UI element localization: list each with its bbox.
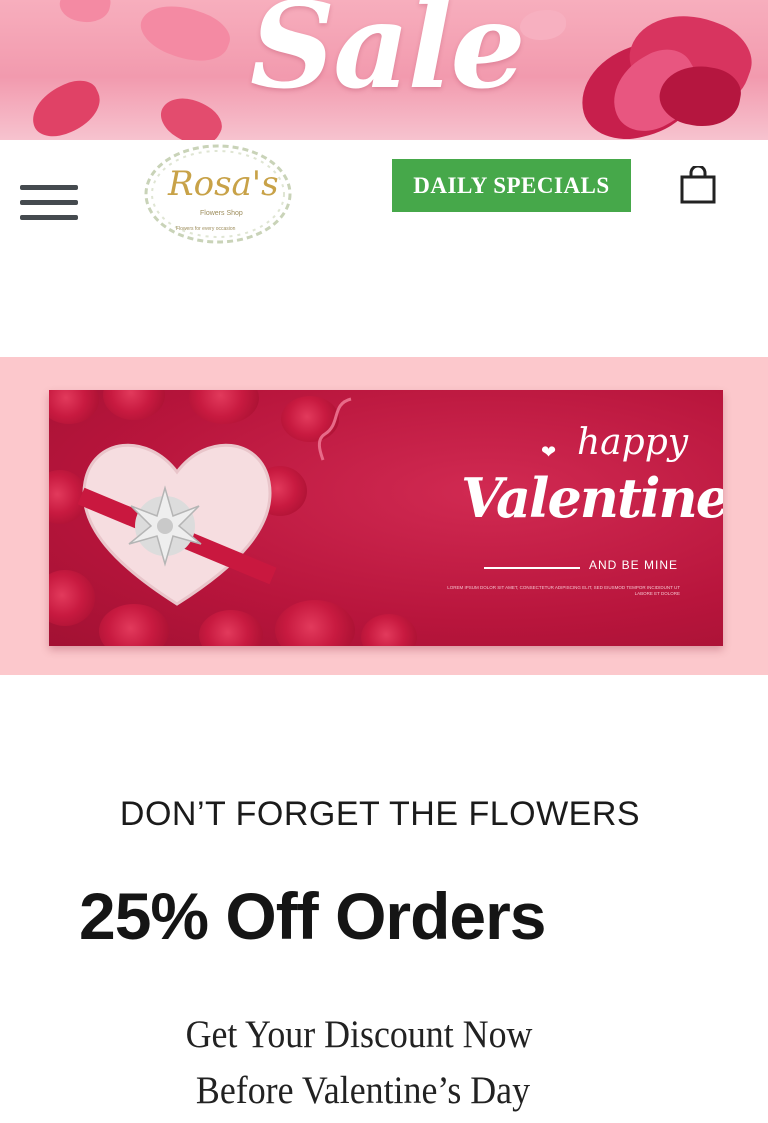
petal-decoration bbox=[57, 0, 113, 27]
rose-decoration bbox=[189, 390, 259, 424]
rose-decoration bbox=[361, 614, 417, 646]
be-mine-text: AND BE MINE bbox=[588, 558, 678, 572]
happy-text: happy bbox=[577, 422, 689, 463]
logo-subtitle: Flowers Shop bbox=[200, 210, 243, 217]
site-header: Rosa's Flowers Shop Flowers for every oc… bbox=[0, 140, 768, 250]
rose-decoration bbox=[275, 600, 355, 646]
rose-image bbox=[570, 0, 762, 140]
divider-line bbox=[484, 567, 580, 569]
cart-icon[interactable] bbox=[680, 166, 716, 204]
promo-offer: 25% Off Orders bbox=[79, 879, 546, 953]
promo-line-1: Get Your Discount Now bbox=[185, 1013, 533, 1056]
heart-icon: ❤ bbox=[541, 442, 557, 462]
menu-icon[interactable] bbox=[20, 185, 78, 225]
petal-decoration bbox=[23, 72, 109, 140]
petal-decoration bbox=[153, 87, 229, 140]
promo-line-2: Before Valentine’s Day bbox=[195, 1069, 531, 1112]
logo-tagline: Flowers for every occasion bbox=[176, 226, 236, 232]
rose-decoration bbox=[49, 390, 99, 424]
heart-gift-icon bbox=[77, 443, 277, 606]
rose-decoration bbox=[103, 390, 165, 420]
ribbon-decoration bbox=[317, 397, 352, 461]
valentines-text: Valentine's bbox=[461, 466, 723, 530]
logo-text: Rosa's bbox=[168, 164, 279, 204]
valentine-section: ❤ happy Valentine's AND BE MINE LOREM IP… bbox=[0, 357, 768, 675]
fine-print: LOREM IPSUM DOLOR SIT AMET, CONSECTETUR … bbox=[447, 585, 680, 596]
promo-heading: DON’T FORGET THE FLOWERS bbox=[119, 795, 641, 833]
valentine-banner[interactable]: ❤ happy Valentine's AND BE MINE LOREM IP… bbox=[49, 390, 723, 646]
petal-decoration bbox=[134, 0, 236, 72]
daily-specials-button[interactable]: DAILY SPECIALS bbox=[392, 159, 631, 212]
sale-banner[interactable]: Sale bbox=[0, 0, 768, 140]
petal-decoration bbox=[520, 10, 566, 40]
sale-title: Sale bbox=[250, 0, 526, 115]
logo[interactable]: Rosa's Flowers Shop Flowers for every oc… bbox=[138, 142, 298, 246]
